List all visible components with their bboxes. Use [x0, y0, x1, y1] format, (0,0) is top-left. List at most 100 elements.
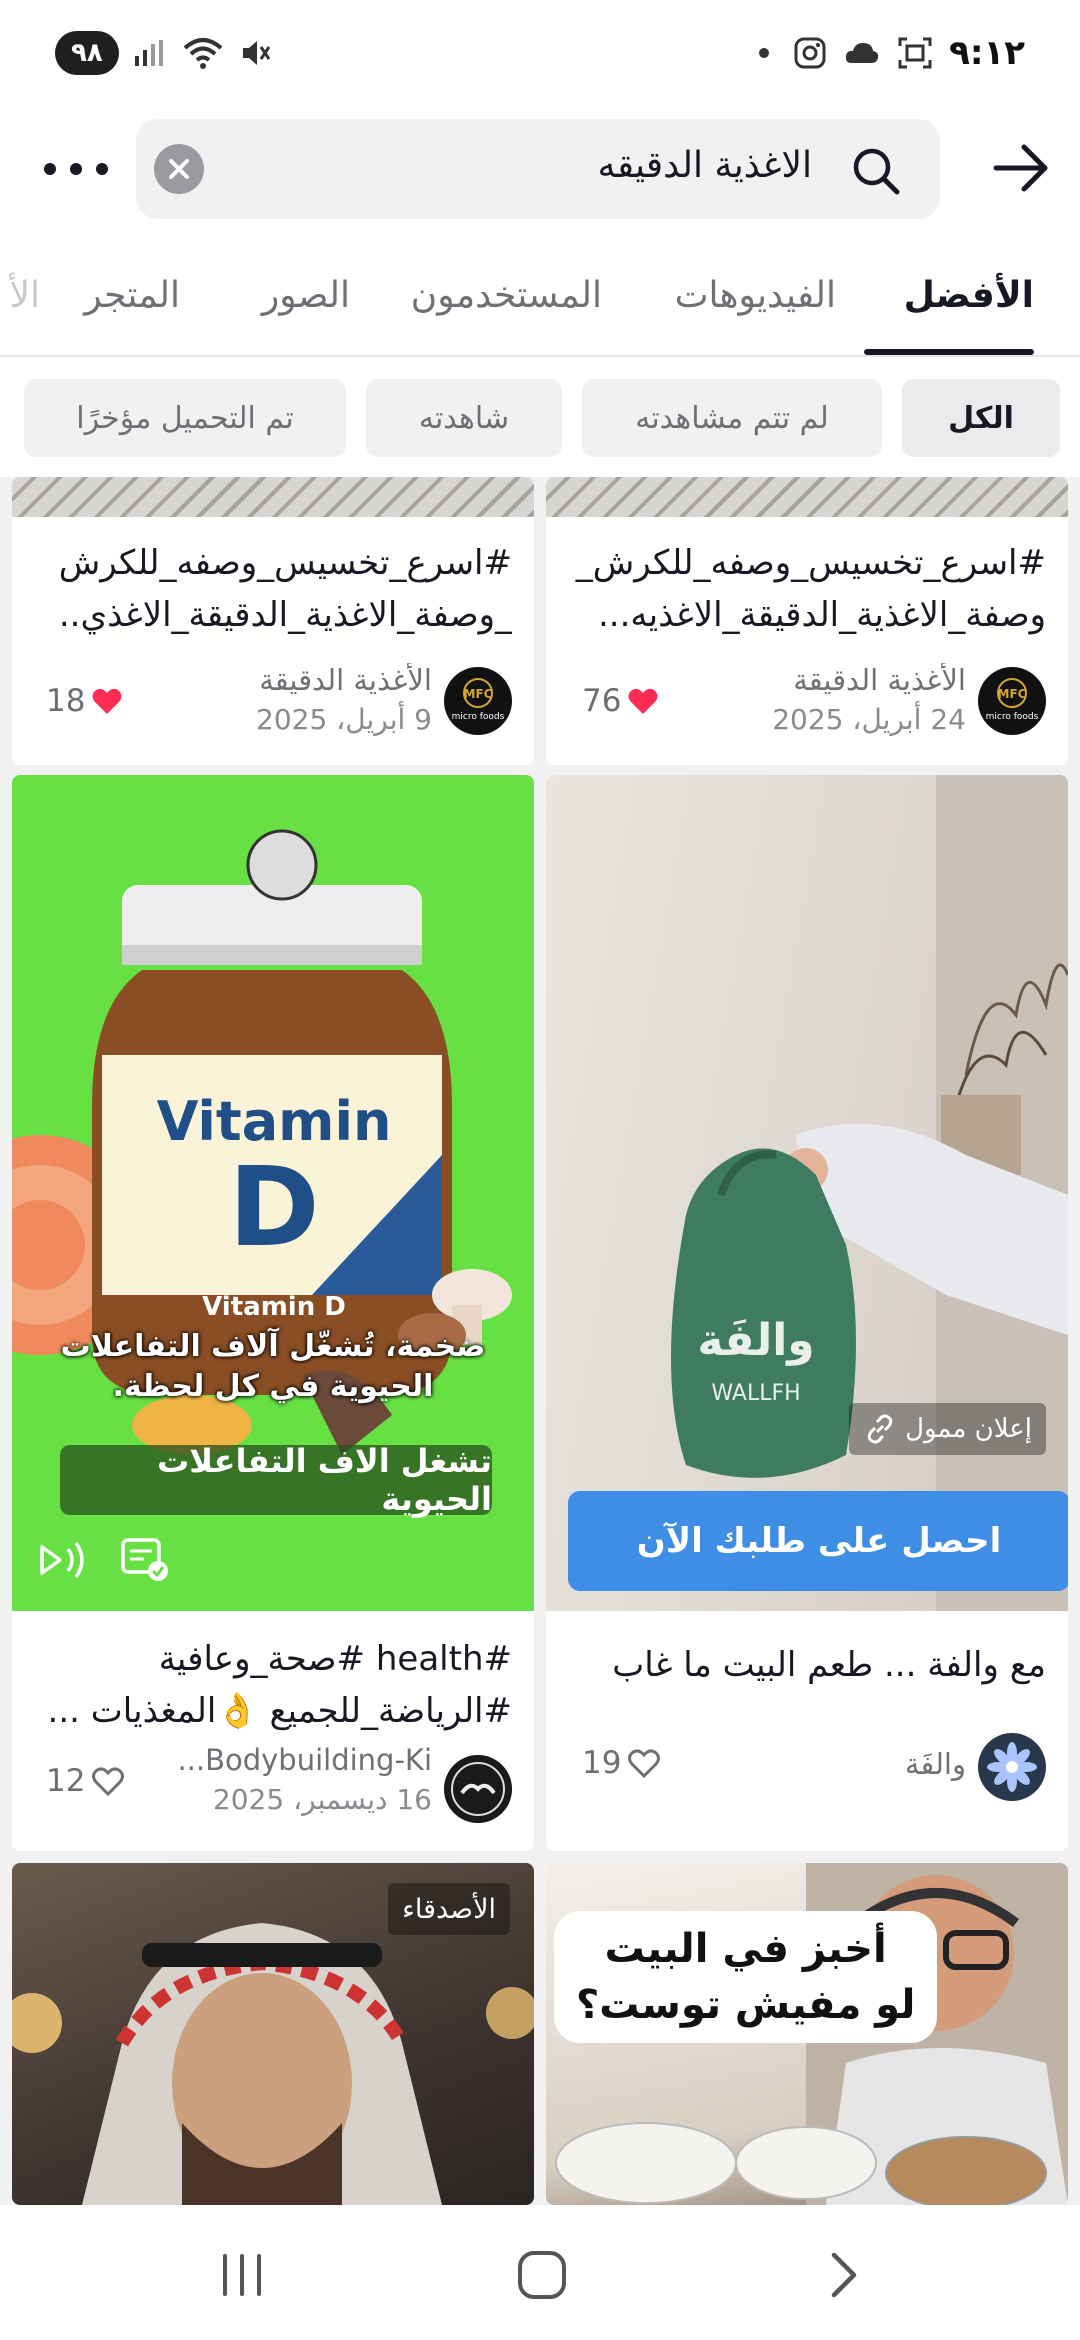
like-count-value: 18 [46, 683, 86, 719]
sponsored-text: إعلان ممول [905, 1414, 1032, 1444]
active-tab-indicator [864, 349, 1034, 355]
dot-icon [70, 163, 82, 175]
video-card[interactable]: #اسرع_تخسيس_وصفه_للكرش _وصفة_الاغذية_الد… [12, 477, 534, 765]
dot-icon [44, 163, 56, 175]
home-button[interactable] [512, 2245, 572, 2305]
avatar-label: micro foods [452, 712, 505, 722]
svg-text:MFC: MFC [464, 687, 493, 701]
video-card[interactable]: أخبز في البيت لو مفيش توست؟ [546, 1863, 1068, 2205]
bag-logo-text: والفَة [697, 1315, 814, 1366]
search-tabs: الأفضل الفيديوهات المستخدمون الصور المتج… [0, 235, 1080, 357]
post-date: 24 أبريل، 2025 [772, 703, 966, 736]
tab-shop[interactable]: المتجر [84, 275, 180, 316]
like-count: 19 [582, 1745, 661, 1781]
filter-all[interactable]: الكل [902, 379, 1060, 457]
tab-more[interactable]: الأ [9, 275, 40, 316]
arrow-right-icon [993, 144, 1048, 192]
tab-users[interactable]: المستخدمون [411, 275, 602, 316]
results-grid: #اسرع_تخسيس_وصفه_للكرش_ وصفة_الاغذية_الد… [0, 477, 1080, 2205]
more-options-button[interactable] [44, 147, 108, 191]
video-thumbnail [12, 477, 534, 517]
clock: ٩:١٢ [949, 33, 1025, 73]
filter-chips: الكل لم تتم مشاهدته شاهدته تم التحميل مؤ… [0, 357, 1080, 477]
video-description: #اسرع_تخسيس_وصفه_للكرش_ وصفة_الاغذية_الد… [568, 537, 1046, 641]
like-count: 18 [46, 683, 123, 719]
post-date: 9 أبريل، 2025 [256, 703, 432, 736]
video-thumbnail: الأصدقاء [12, 1863, 534, 2205]
video-thumbnail: أخبز في البيت لو مفيش توست؟ [546, 1863, 1068, 2205]
avatar[interactable] [978, 1733, 1046, 1801]
recent-apps-icon [223, 2254, 261, 2296]
video-cta-label[interactable]: تشغل الاف التفاعلات الحيوية [60, 1442, 492, 1518]
heart-filled-icon [628, 688, 658, 714]
dot-icon [96, 163, 108, 175]
caption-line: ضخمة، تُشغّل آلاف التفاعلات [60, 1329, 486, 1364]
avatar[interactable]: MFC micro foods [444, 667, 512, 735]
avatar-label: micro foods [986, 712, 1039, 722]
search-header: الاغذية الدقيقه [0, 105, 1080, 235]
description-line: _وصفة_الاغذية_الدقيقة_الاغذي.. [58, 595, 512, 635]
status-bar-left: ٩٨ [55, 30, 273, 76]
description-line: #الرياضة_للجميع 👌المغذيات ... [47, 1691, 512, 1731]
ad-cta-button[interactable]: احصل على طلبك الآن [568, 1491, 1068, 1591]
description-line: #اسرع_تخسيس_وصفه_للكرش_ [575, 543, 1046, 583]
video-card[interactable]: Vitamin D Vitamin D ضخمة، تُشغّل آلاف ال… [12, 775, 534, 1851]
svg-text:MFC: MFC [998, 687, 1027, 701]
description-line: #health #صحة_وعافية [158, 1639, 512, 1679]
video-description: مع والفة ... طعم البيت ما غاب [568, 1639, 1046, 1691]
wifi-icon [181, 36, 225, 70]
post-date: 16 ديسمبر، 2025 [212, 1783, 432, 1816]
author-name[interactable]: الأغذية الدقيقة [212, 663, 432, 697]
like-count-value: 12 [46, 1763, 86, 1799]
filter-unwatched[interactable]: لم تتم مشاهدته [582, 379, 882, 457]
screenshot-icon [897, 36, 933, 70]
close-icon [169, 159, 189, 179]
status-bar-right: ٩:١٢ [759, 30, 1025, 76]
sponsored-card[interactable]: والفَة WALLFH إعلان ممول احصل على طلبك ا… [546, 775, 1068, 1851]
author-name[interactable]: والفَة [766, 1747, 966, 1781]
clear-search-button[interactable] [154, 144, 204, 194]
video-description: #اسرع_تخسيس_وصفه_للكرش _وصفة_الاغذية_الد… [34, 537, 512, 641]
status-bar: ٩٨ ٩:١٢ [0, 0, 1080, 105]
tab-top[interactable]: الأفضل [904, 275, 1034, 316]
like-count-value: 19 [582, 1745, 622, 1781]
link-icon [867, 1414, 893, 1444]
jar-letter: D [228, 1143, 319, 1271]
back-button[interactable] [990, 137, 1052, 203]
tab-videos[interactable]: الفيديوهات [675, 275, 836, 316]
bag-logo-subtext: WALLFH [711, 1381, 800, 1406]
video-card[interactable]: الأصدقاء [12, 1863, 534, 2205]
caption-line: الحيوية في كل لحظة. [112, 1369, 434, 1404]
friends-label: الأصدقاء [388, 1883, 510, 1935]
caption-line: أخبز في البيت [604, 1926, 887, 1972]
video-description: #health #صحة_وعافية #الرياضة_للجميع 👌الم… [34, 1633, 512, 1737]
audio-icon [34, 1535, 90, 1589]
description-line: #اسرع_تخسيس_وصفه_للكرش [58, 543, 512, 583]
heart-filled-icon [92, 688, 122, 714]
video-card[interactable]: #اسرع_تخسيس_وصفه_للكرش_ وصفة_الاغذية_الد… [546, 477, 1068, 765]
back-nav-button[interactable] [814, 2245, 874, 2305]
recent-apps-button[interactable] [212, 2245, 272, 2305]
search-input[interactable]: الاغذية الدقيقه [136, 119, 940, 219]
filter-watched[interactable]: شاهدته [366, 379, 562, 457]
heart-outline-icon [628, 1749, 661, 1779]
filter-recently-uploaded[interactable]: تم التحميل مؤخرًا [24, 379, 346, 457]
heart-outline-icon [92, 1767, 125, 1797]
notification-dot-icon [759, 48, 770, 58]
tab-photos[interactable]: الصور [262, 275, 350, 316]
like-count-value: 76 [582, 683, 622, 719]
avatar[interactable]: MFC micro foods [978, 667, 1046, 735]
author-name[interactable]: الأغذية الدقيقة [746, 663, 966, 697]
sponsored-label: إعلان ممول [849, 1403, 1046, 1455]
video-caption: أخبز في البيت لو مفيش توست؟ [554, 1911, 938, 2043]
author-name[interactable]: Bodybuilding-Ki... [152, 1743, 432, 1777]
avatar[interactable] [444, 1755, 512, 1823]
cloud-icon [843, 39, 881, 67]
video-thumbnail [546, 477, 1068, 517]
instagram-icon [793, 36, 827, 70]
description-line: وصفة_الاغذية_الدقيقة_الاغذيه... [597, 595, 1046, 635]
battery-indicator: ٩٨ [55, 31, 119, 75]
system-navigation-bar [0, 2205, 1080, 2340]
mute-icon [239, 36, 273, 70]
video-caption: ضخمة، تُشغّل آلاف التفاعلات الحيوية في ك… [42, 1327, 504, 1407]
